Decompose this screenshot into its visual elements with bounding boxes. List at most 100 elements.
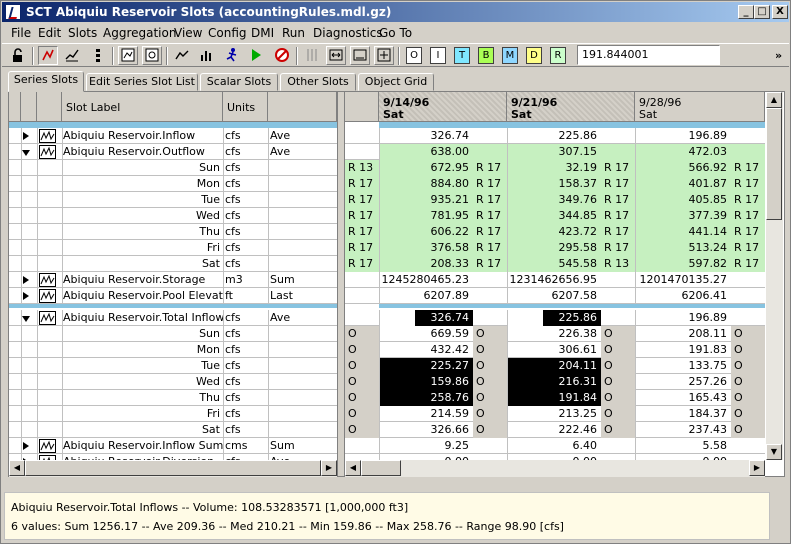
line-plot-icon[interactable] — [39, 311, 56, 325]
empty-cell[interactable] — [601, 128, 635, 144]
flag-cell[interactable]: R 17 — [473, 256, 507, 272]
slot-row[interactable]: Abiquiu Reservoir.Storage m3 Sum — [9, 272, 337, 288]
flag-cell[interactable]: O — [345, 358, 379, 374]
flag-cell[interactable]: O — [731, 422, 765, 438]
empty-cell[interactable] — [731, 144, 765, 160]
flag-cell[interactable]: O — [345, 406, 379, 422]
tab-edit-series-slot-list[interactable]: Edit Series Slot List — [86, 73, 198, 91]
flag-cell[interactable]: O — [731, 326, 765, 342]
value-cell[interactable]: 6207.58 — [507, 288, 601, 304]
value-cell[interactable]: 225.86 — [507, 128, 601, 144]
toolbar-overflow-button[interactable]: » — [775, 49, 782, 62]
timestep-row[interactable]: Fri cfs — [9, 240, 337, 256]
empty-cell[interactable] — [731, 310, 765, 326]
value-cell[interactable]: 32.19 — [507, 160, 601, 176]
value-cell[interactable]: 237.43 — [635, 422, 731, 438]
flag-input-button[interactable]: I — [430, 47, 446, 64]
value-cell[interactable]: 1245280465.23 — [379, 272, 473, 288]
flag-cell[interactable]: R 17 — [731, 240, 765, 256]
value-cell[interactable]: 672.95 — [379, 160, 473, 176]
aggregation-header[interactable] — [268, 92, 337, 122]
flag-cell[interactable]: R 13 — [345, 160, 379, 176]
flag-cell[interactable]: R 17 — [731, 224, 765, 240]
value-cell[interactable]: 204.11 — [507, 358, 601, 374]
line-plot-icon[interactable] — [39, 439, 56, 453]
value-cell[interactable]: 196.89 — [635, 310, 731, 326]
value-cell[interactable]: 226.38 — [507, 326, 601, 342]
timestep-row[interactable]: Tue cfs — [9, 192, 337, 208]
empty-cell[interactable] — [601, 438, 635, 454]
value-cell[interactable]: 326.74 — [379, 310, 473, 326]
flag-cell[interactable]: R 17 — [601, 224, 635, 240]
flag-cell[interactable]: O — [473, 358, 507, 374]
tab-object-grid[interactable]: Object Grid — [358, 73, 434, 91]
value-cell[interactable]: 208.11 — [635, 326, 731, 342]
timestep-row[interactable]: Fri cfs — [9, 406, 337, 422]
scroll-thumb[interactable] — [361, 460, 401, 476]
stop-icon[interactable] — [272, 46, 292, 65]
value-cell[interactable]: 191.84 — [507, 390, 601, 406]
value-cell[interactable]: 133.75 — [635, 358, 731, 374]
value-cell[interactable]: 441.14 — [635, 224, 731, 240]
flag-cell[interactable]: O — [731, 342, 765, 358]
menu-config[interactable]: Config — [208, 26, 247, 40]
value-cell[interactable]: 606.22 — [379, 224, 473, 240]
flag-cell[interactable]: O — [473, 422, 507, 438]
value-cell[interactable]: 884.80 — [379, 176, 473, 192]
flag-cell[interactable]: O — [601, 374, 635, 390]
value-cell[interactable]: 214.59 — [379, 406, 473, 422]
value-cell[interactable]: 377.39 — [635, 208, 731, 224]
empty-cell[interactable] — [473, 310, 507, 326]
flag-cell[interactable]: O — [345, 390, 379, 406]
flag-target-button[interactable]: T — [454, 47, 470, 64]
unlock-icon[interactable] — [8, 46, 28, 65]
expand-arrow-icon[interactable] — [23, 442, 29, 450]
value-cell[interactable]: 225.86 — [507, 310, 601, 326]
value-cell[interactable]: 9.25 — [379, 438, 473, 454]
timestep-row[interactable]: Sun cfs — [9, 160, 337, 176]
scroll-right-button[interactable]: ▶ — [321, 460, 337, 476]
run-person-icon[interactable] — [222, 46, 242, 65]
expand-arrow-icon[interactable] — [23, 276, 29, 284]
flag-cell[interactable]: O — [601, 390, 635, 406]
date-column-header[interactable]: 9/28/96 Sat — [635, 92, 765, 122]
value-cell[interactable]: 222.46 — [507, 422, 601, 438]
empty-cell[interactable] — [731, 272, 765, 288]
value-cell[interactable]: 513.24 — [635, 240, 731, 256]
vertical-scrollbar[interactable]: ▲ ▼ — [766, 92, 783, 460]
widen-rows-icon[interactable] — [350, 46, 370, 65]
value-cell[interactable]: 191.83 — [635, 342, 731, 358]
flag-cell[interactable]: R 17 — [345, 224, 379, 240]
flag-cell[interactable]: R 17 — [345, 240, 379, 256]
flag-cell[interactable]: R 17 — [473, 160, 507, 176]
tab-scalar-slots[interactable]: Scalar Slots — [200, 73, 278, 91]
flag-cell[interactable]: R 17 — [731, 208, 765, 224]
flag-cell[interactable]: R 17 — [345, 176, 379, 192]
slot-row[interactable]: Abiquiu Reservoir.Inflow Sum cms Sum — [9, 438, 337, 454]
empty-cell[interactable] — [473, 288, 507, 304]
value-cell[interactable]: 216.31 — [507, 374, 601, 390]
value-cell[interactable]: 5.58 — [635, 438, 731, 454]
menu-dmi[interactable]: DMI — [251, 26, 274, 40]
flag-cell[interactable]: R 17 — [345, 208, 379, 224]
value-cell[interactable]: 432.42 — [379, 342, 473, 358]
flag-cell[interactable]: O — [473, 326, 507, 342]
flag-cell[interactable]: R 17 — [345, 256, 379, 272]
line-plot-icon[interactable] — [62, 46, 82, 65]
chart-icon[interactable] — [172, 46, 192, 65]
plot-window-icon-2[interactable] — [142, 46, 162, 65]
flag-cell[interactable]: R 17 — [731, 192, 765, 208]
tab-other-slots[interactable]: Other Slots — [280, 73, 356, 91]
close-button[interactable]: X — [772, 5, 788, 19]
value-cell[interactable]: 669.59 — [379, 326, 473, 342]
menu-file[interactable]: File — [11, 26, 31, 40]
timestep-row[interactable]: Tue cfs — [9, 358, 337, 374]
scroll-left-button[interactable]: ◀ — [345, 460, 361, 476]
value-cell[interactable]: 208.33 — [379, 256, 473, 272]
value-cell[interactable]: 295.58 — [507, 240, 601, 256]
flag-cell[interactable]: O — [731, 390, 765, 406]
slot-row[interactable]: Abiquiu Reservoir.Total Inflows cfs Ave — [9, 310, 337, 326]
date-column-header[interactable]: 9/14/96 Sat — [379, 92, 507, 122]
flag-cell[interactable]: O — [473, 390, 507, 406]
flag-cell[interactable]: O — [473, 406, 507, 422]
